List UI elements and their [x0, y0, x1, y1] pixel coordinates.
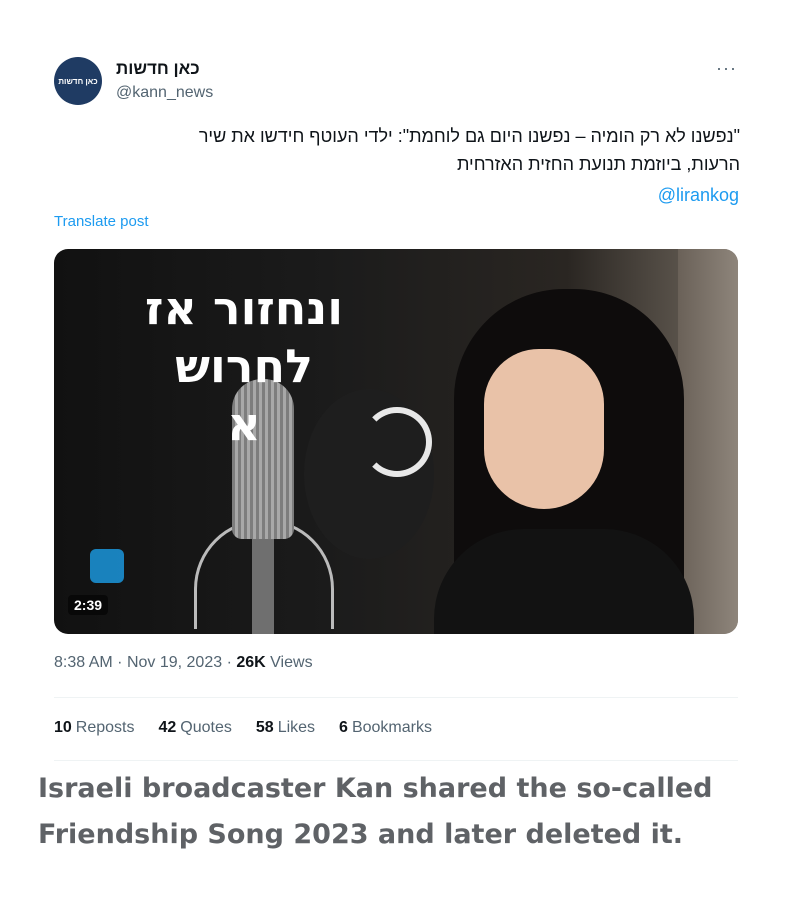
handle[interactable]: @kann_news	[116, 82, 213, 104]
post-text-line-1: "נפשנו לא רק הומיה – נפשנו היום גם לוחמת…	[198, 126, 740, 146]
meta-separator: ·	[226, 654, 237, 671]
loading-spinner-icon	[362, 407, 432, 477]
overlay-line-3: א	[227, 397, 261, 451]
overlay-line-2: לחרוש	[175, 339, 313, 393]
post-meta: 8:38 AM · Nov 19, 2023 · 26K Views	[54, 654, 313, 672]
post-date[interactable]: Nov 19, 2023	[127, 654, 222, 671]
quotes-count: 42	[158, 719, 177, 736]
quotes-stat[interactable]: 42 Quotes	[159, 719, 232, 737]
more-options-icon[interactable]: ···	[716, 58, 737, 79]
tweet-card: כאן חדשות כאן חדשות @kann_news ··· "נפשנ…	[0, 0, 801, 761]
display-name[interactable]: כאן חדשות	[116, 58, 213, 80]
reposts-stat[interactable]: 10 Reposts	[54, 719, 135, 737]
caption-line-1: Israeli broadcaster Kan shared the so-ca…	[38, 773, 713, 804]
overlay-line-1: ונחזור אז	[144, 281, 344, 335]
quotes-label: Quotes	[180, 719, 232, 736]
avatar-logo-text: כאן חדשות	[58, 76, 98, 86]
reposts-count: 10	[54, 719, 72, 736]
meta-separator: ·	[117, 654, 127, 671]
mention-link[interactable]: @lirankog	[658, 183, 739, 207]
background-wall	[678, 249, 738, 634]
views-count: 26K	[236, 654, 266, 671]
engagement-stats: 10 Reposts 42 Quotes 58 Likes 6 Bookmarks	[54, 719, 432, 737]
image-caption: Israeli broadcaster Kan shared the so-ca…	[38, 766, 778, 858]
caption-line-2: Friendship Song 2023 and later deleted i…	[38, 819, 684, 850]
likes-label: Likes	[277, 719, 316, 736]
post-time[interactable]: 8:38 AM	[54, 654, 113, 671]
account-info[interactable]: כאן חדשות @kann_news	[116, 58, 213, 104]
video-duration: 2:39	[68, 595, 109, 615]
bookmarks-count: 6	[339, 719, 348, 736]
avatar[interactable]: כאן חדשות	[54, 57, 102, 105]
divider	[54, 697, 738, 698]
girl-body	[434, 529, 694, 634]
video-player[interactable]: ונחזור אז לחרוש א 2:39	[54, 249, 738, 634]
post-text-line-2: הרעות, ביוזמת תנועת החזית האזרחית	[456, 154, 740, 174]
channel-logo-icon	[90, 549, 124, 583]
translate-post-link[interactable]: Translate post	[54, 213, 149, 230]
likes-count: 58	[255, 719, 274, 736]
mic-stem	[252, 539, 274, 634]
bookmarks-label: Bookmarks	[351, 719, 432, 736]
views-label: Views	[270, 654, 313, 671]
divider	[54, 760, 738, 761]
likes-stat[interactable]: 58 Likes	[256, 719, 315, 737]
bookmarks-stat[interactable]: 6 Bookmarks	[339, 719, 432, 737]
girl-face	[484, 349, 604, 509]
video-overlay-text: ונחזור אז לחרוש א	[94, 279, 394, 453]
post-text: "נפשנו לא רק הומיה – נפשנו היום גם לוחמת…	[100, 122, 740, 178]
reposts-label: Reposts	[75, 719, 135, 736]
